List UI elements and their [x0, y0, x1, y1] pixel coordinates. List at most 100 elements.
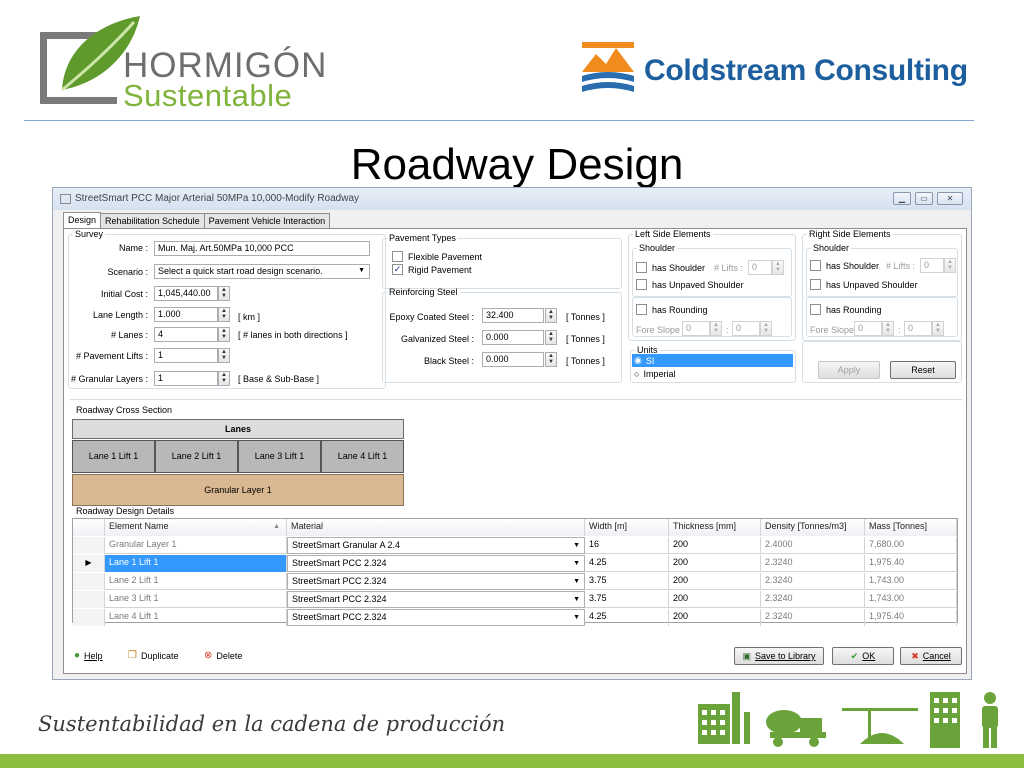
- col-mass[interactable]: Mass [Tonnes]: [865, 519, 957, 536]
- right-lifts-stepper[interactable]: ▲ ▼: [944, 258, 956, 273]
- col-thickness[interactable]: Thickness [mm]: [669, 519, 761, 536]
- cell-mass[interactable]: 1,975.40: [865, 609, 957, 626]
- cell-element[interactable]: Lane 4 Lift 1: [105, 609, 287, 626]
- lane-length-stepper[interactable]: ▲ ▼: [218, 307, 230, 322]
- flexible-pavement-checkbox[interactable]: Flexible Pavement: [392, 251, 482, 262]
- ok-button[interactable]: ✔ OK: [832, 647, 894, 665]
- cell-mass[interactable]: 7,680.00: [865, 537, 957, 554]
- cell-mass[interactable]: 1,743.00: [865, 591, 957, 608]
- reset-button[interactable]: Reset: [890, 361, 956, 379]
- table-row[interactable]: Lane 3 Lift 1 StreetSmart PCC 2.324 ▼ 3.7…: [73, 591, 957, 608]
- cell-material-dropdown[interactable]: StreetSmart PCC 2.324 ▼: [287, 555, 585, 572]
- help-button[interactable]: ● Help: [74, 650, 103, 661]
- minimize-button[interactable]: ▁: [893, 192, 911, 205]
- close-button[interactable]: ✕: [937, 192, 963, 205]
- left-has-shoulder-checkbox[interactable]: has Shoulder: [636, 262, 705, 273]
- duplicate-button[interactable]: ❐ Duplicate: [128, 650, 179, 661]
- left-fore-slope-a-input[interactable]: 0: [682, 321, 710, 336]
- lane-1-cell[interactable]: Lane 1 Lift 1: [72, 440, 155, 473]
- tab-rehabilitation-schedule[interactable]: Rehabilitation Schedule: [100, 213, 205, 229]
- black-steel-stepper[interactable]: ▲ ▼: [545, 352, 557, 367]
- granular-layers-input[interactable]: 1: [154, 371, 218, 386]
- col-element-name[interactable]: Element Name ▲: [105, 519, 287, 536]
- lane-3-cell[interactable]: Lane 3 Lift 1: [238, 440, 321, 473]
- rigid-pavement-checkbox[interactable]: ✓ Rigid Pavement: [392, 264, 472, 275]
- row-header[interactable]: [73, 591, 105, 608]
- cell-material-dropdown[interactable]: StreetSmart PCC 2.324 ▼: [287, 609, 585, 626]
- save-to-library-button[interactable]: ▣ Save to Library: [734, 647, 824, 665]
- tab-design[interactable]: Design: [63, 212, 102, 229]
- cell-thickness[interactable]: 200: [669, 555, 761, 572]
- cell-thickness[interactable]: 200: [669, 537, 761, 554]
- cancel-button[interactable]: ✖ Cancel: [900, 647, 962, 665]
- right-rounding-checkbox[interactable]: has Rounding: [810, 304, 882, 315]
- granular-layers-stepper[interactable]: ▲ ▼: [218, 371, 230, 386]
- cell-element[interactable]: Lane 1 Lift 1: [105, 555, 287, 572]
- tab-pavement-vehicle-interaction[interactable]: Pavement Vehicle Interaction: [203, 213, 331, 229]
- right-fore-slope-a-input[interactable]: 0: [854, 321, 882, 336]
- right-has-shoulder-checkbox[interactable]: has Shoulder: [810, 260, 879, 271]
- left-unpaved-shoulder-checkbox[interactable]: has Unpaved Shoulder: [636, 279, 744, 290]
- scenario-dropdown[interactable]: Select a quick start road design scenari…: [154, 264, 370, 279]
- units-imperial-radio[interactable]: ○ Imperial: [634, 369, 675, 379]
- lanes-input[interactable]: 4: [154, 327, 218, 342]
- lane-4-cell[interactable]: Lane 4 Lift 1: [321, 440, 404, 473]
- cell-density[interactable]: 2.3240: [761, 573, 865, 590]
- left-lifts-stepper[interactable]: ▲ ▼: [772, 260, 784, 275]
- table-row[interactable]: ▶ Lane 1 Lift 1 StreetSmart PCC 2.324 ▼ 4…: [73, 555, 957, 572]
- right-fore-slope-b-stepper[interactable]: ▲ ▼: [932, 321, 944, 336]
- initial-cost-input[interactable]: 1,045,440.00: [154, 286, 218, 301]
- cell-material-dropdown[interactable]: StreetSmart Granular A 2.4 ▼: [287, 537, 585, 554]
- col-density[interactable]: Density [Tonnes/m3]: [761, 519, 865, 536]
- name-input[interactable]: Mun. Maj. Art.50MPa 10,000 PCC: [154, 241, 370, 256]
- row-header[interactable]: [73, 573, 105, 590]
- cell-thickness[interactable]: 200: [669, 591, 761, 608]
- cell-density[interactable]: 2.3240: [761, 555, 865, 572]
- cell-element[interactable]: Lane 2 Lift 1: [105, 573, 287, 590]
- cell-thickness[interactable]: 200: [669, 573, 761, 590]
- left-fore-slope-b-input[interactable]: 0: [732, 321, 760, 336]
- initial-cost-stepper[interactable]: ▲ ▼: [218, 286, 230, 301]
- cell-density[interactable]: 2.4000: [761, 537, 865, 554]
- pavement-lifts-input[interactable]: 1: [154, 348, 218, 363]
- units-si-radio[interactable]: ◉ SI: [632, 354, 793, 367]
- maximize-button[interactable]: ▭: [915, 192, 933, 205]
- cell-width[interactable]: 3.75: [585, 573, 669, 590]
- epoxy-input[interactable]: 32.400: [482, 308, 544, 323]
- cell-density[interactable]: 2.3240: [761, 609, 865, 626]
- table-row[interactable]: Granular Layer 1 StreetSmart Granular A …: [73, 537, 957, 554]
- cell-width[interactable]: 3.75: [585, 591, 669, 608]
- right-fore-slope-a-stepper[interactable]: ▲ ▼: [882, 321, 894, 336]
- cell-density[interactable]: 2.3240: [761, 591, 865, 608]
- cell-mass[interactable]: 1,743.00: [865, 573, 957, 590]
- delete-button[interactable]: ⊗ Delete: [204, 650, 242, 661]
- cell-element[interactable]: Granular Layer 1: [105, 537, 287, 554]
- left-fore-slope-b-stepper[interactable]: ▲ ▼: [760, 321, 772, 336]
- lane-length-input[interactable]: 1.000: [154, 307, 218, 322]
- galvanized-stepper[interactable]: ▲ ▼: [545, 330, 557, 345]
- window-titlebar[interactable]: StreetSmart PCC Major Arterial 50MPa 10,…: [53, 188, 971, 210]
- cell-width[interactable]: 4.25: [585, 555, 669, 572]
- lane-2-cell[interactable]: Lane 2 Lift 1: [155, 440, 238, 473]
- table-row[interactable]: Lane 2 Lift 1 StreetSmart PCC 2.324 ▼ 3.7…: [73, 573, 957, 590]
- cell-material-dropdown[interactable]: StreetSmart PCC 2.324 ▼: [287, 573, 585, 590]
- cell-material-dropdown[interactable]: StreetSmart PCC 2.324 ▼: [287, 591, 585, 608]
- cell-width[interactable]: 16: [585, 537, 669, 554]
- current-row-arrow-icon[interactable]: ▶: [73, 555, 105, 572]
- right-fore-slope-b-input[interactable]: 0: [904, 321, 932, 336]
- cell-element[interactable]: Lane 3 Lift 1: [105, 591, 287, 608]
- col-width[interactable]: Width [m]: [585, 519, 669, 536]
- cell-mass[interactable]: 1,975.40: [865, 555, 957, 572]
- row-header[interactable]: [73, 609, 105, 626]
- epoxy-stepper[interactable]: ▲ ▼: [545, 308, 557, 323]
- pavement-lifts-stepper[interactable]: ▲ ▼: [218, 348, 230, 363]
- galvanized-input[interactable]: 0.000: [482, 330, 544, 345]
- left-lifts-input[interactable]: 0: [748, 260, 772, 275]
- cell-thickness[interactable]: 200: [669, 609, 761, 626]
- left-rounding-checkbox[interactable]: has Rounding: [636, 304, 708, 315]
- black-steel-input[interactable]: 0.000: [482, 352, 544, 367]
- cell-width[interactable]: 4.25: [585, 609, 669, 626]
- lanes-stepper[interactable]: ▲ ▼: [218, 327, 230, 342]
- granular-layer-cell[interactable]: Granular Layer 1: [72, 474, 404, 506]
- left-fore-slope-a-stepper[interactable]: ▲ ▼: [710, 321, 722, 336]
